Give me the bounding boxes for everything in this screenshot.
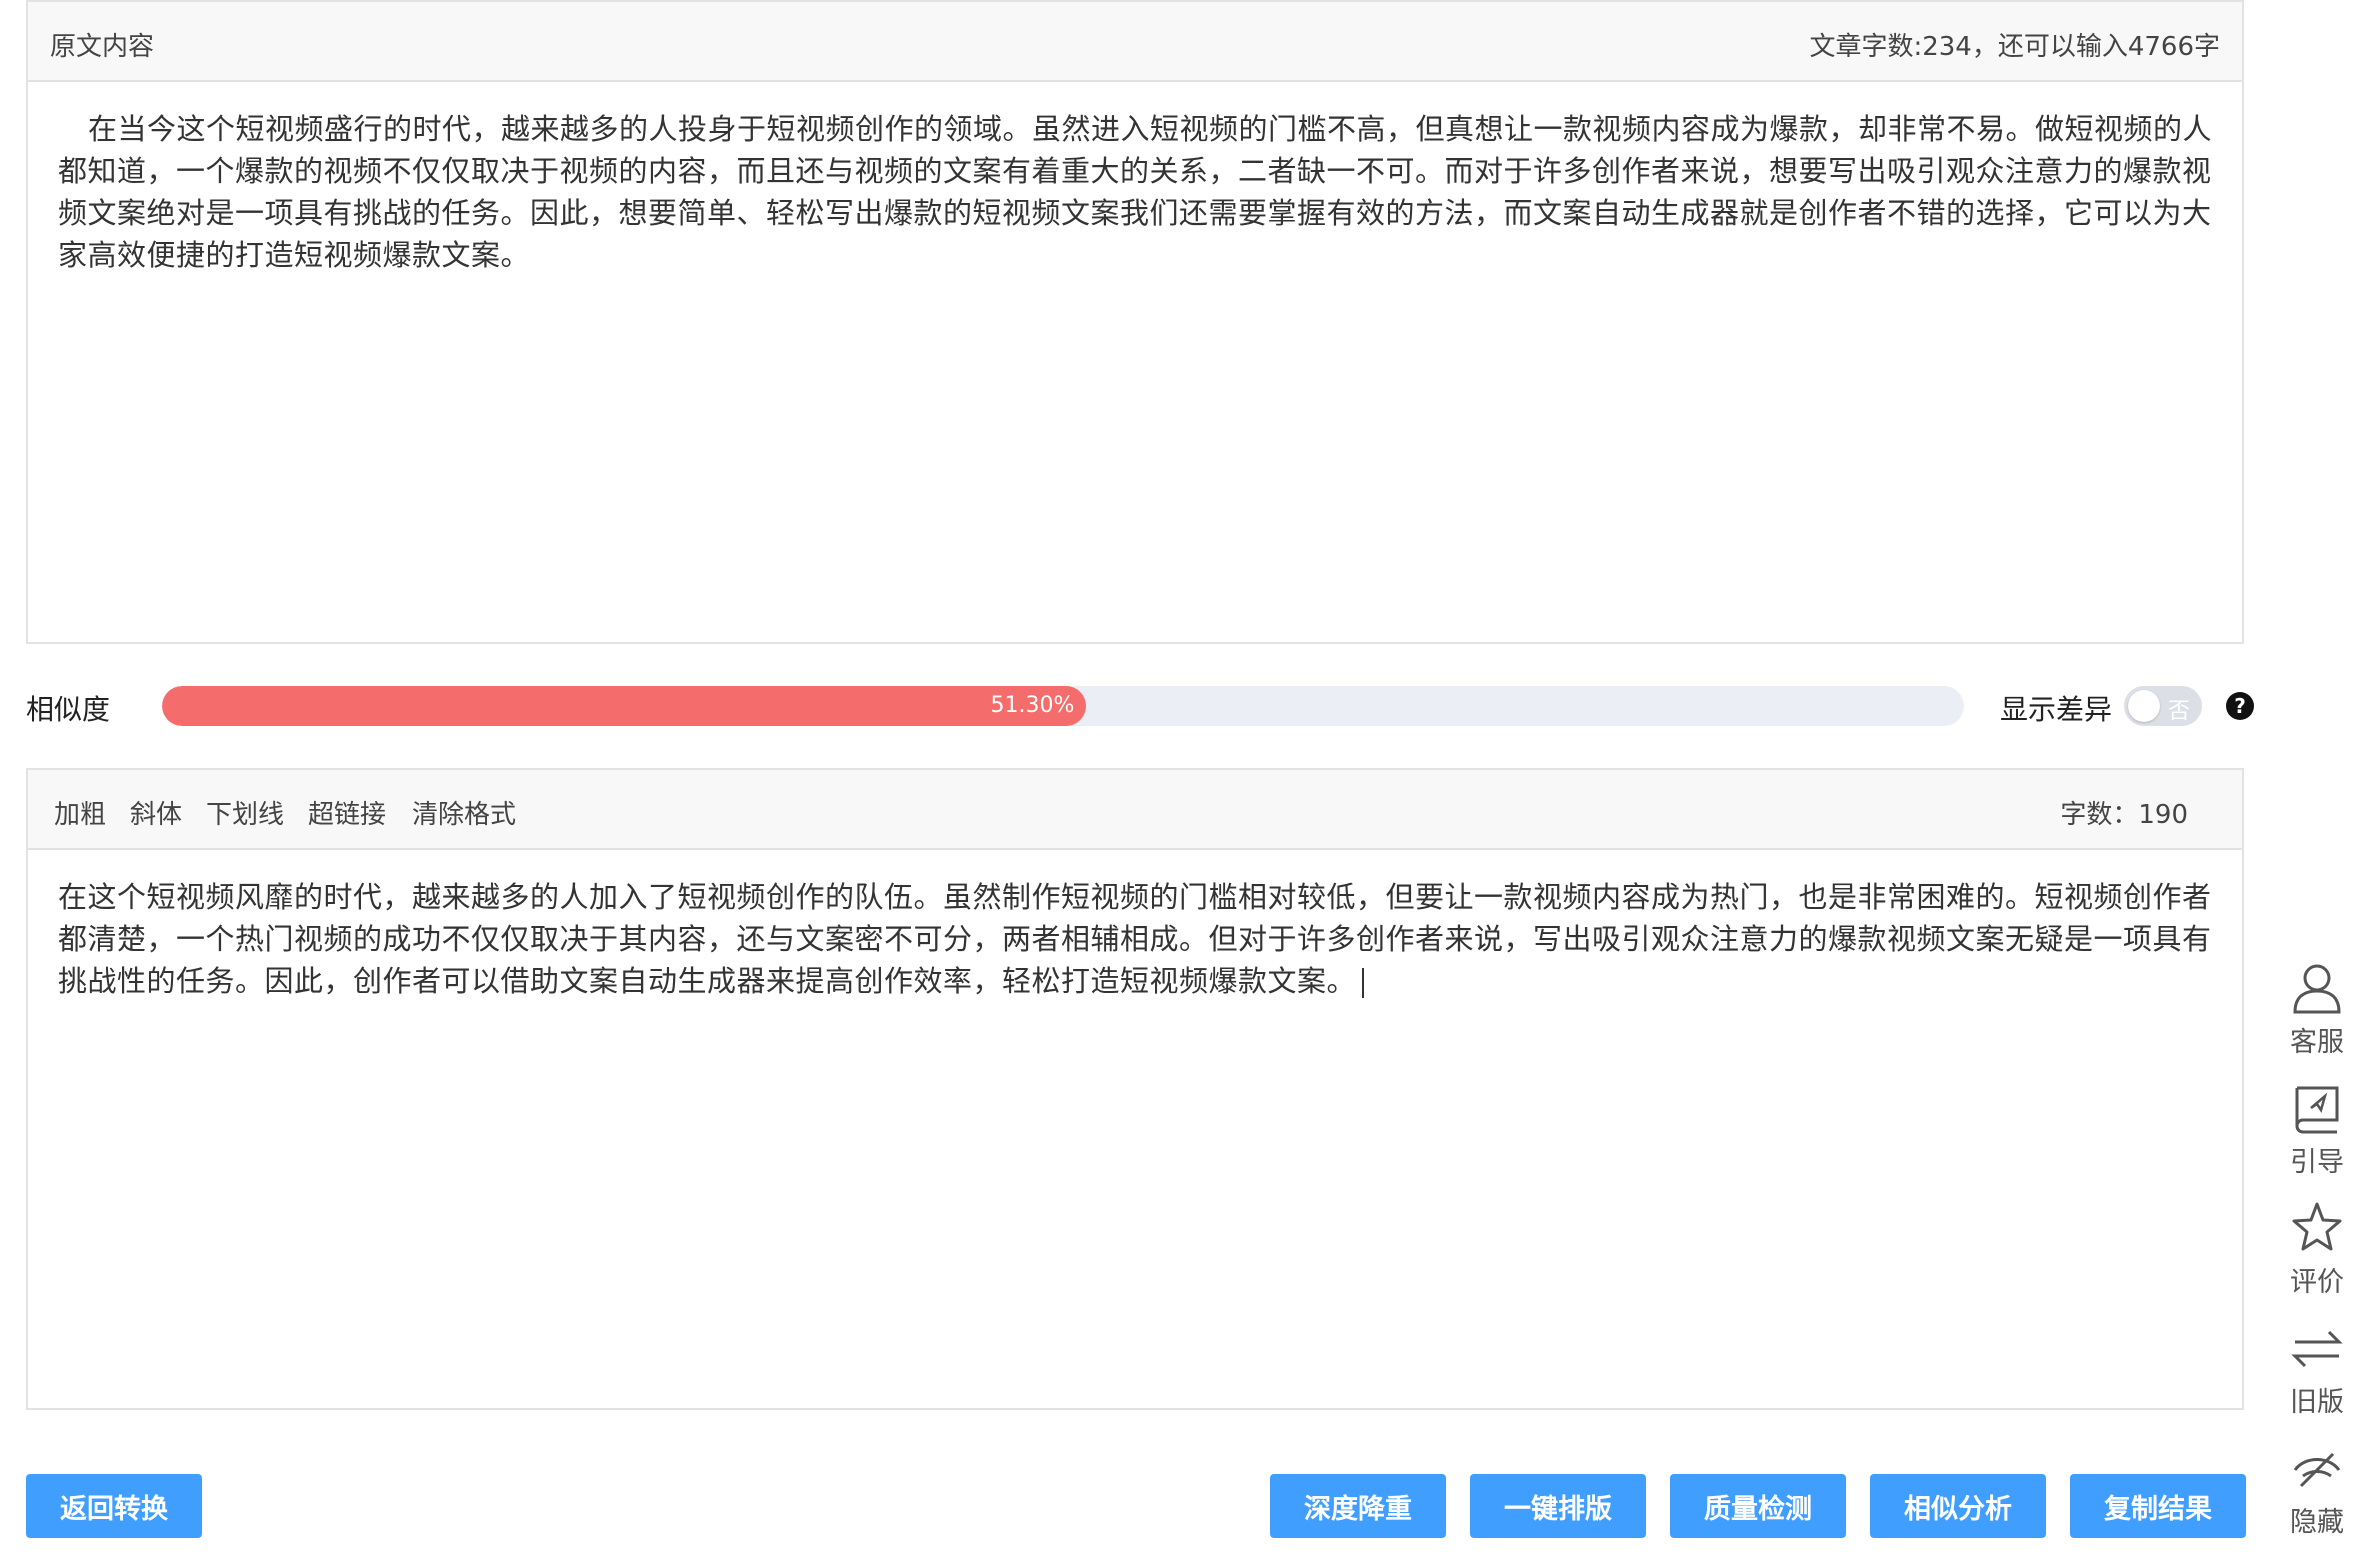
bold-button[interactable]: 加粗: [54, 794, 106, 831]
original-panel-header: 原文内容 文章字数:234，还可以输入4766字: [28, 2, 2242, 82]
customer-service-label: 客服: [2290, 1027, 2344, 1058]
copy-result-button[interactable]: 复制结果: [2070, 1474, 2246, 1538]
underline-button[interactable]: 下划线: [206, 794, 284, 831]
similarity-progress-fill: 51.30%: [162, 686, 1087, 726]
similarity-row: 相似度 51.30% 显示差异 否 ?: [26, 672, 2254, 740]
clear-format-button[interactable]: 清除格式: [412, 794, 516, 831]
old-version-tool[interactable]: 旧版: [2262, 1320, 2372, 1420]
italic-button[interactable]: 斜体: [130, 794, 182, 831]
guide-label: 引导: [2290, 1147, 2344, 1178]
quality-check-button[interactable]: 质量检测: [1670, 1474, 1846, 1538]
one-click-layout-button[interactable]: 一键排版: [1470, 1474, 1646, 1538]
star-icon: [2292, 1202, 2342, 1251]
guide-tool[interactable]: 引导: [2262, 1080, 2372, 1180]
deep-rewrite-button[interactable]: 深度降重: [1270, 1474, 1446, 1538]
switch-arrows-icon: [2291, 1330, 2343, 1368]
result-editor-panel: 加粗 斜体 下划线 超链接 清除格式 字数：190 在这个短视频风靡的时代，越来…: [26, 768, 2244, 1410]
original-text-input[interactable]: 在当今这个短视频盛行的时代，越来越多的人投身于短视频创作的领域。虽然进入短视频的…: [28, 82, 2242, 276]
original-word-count: 文章字数:234，还可以输入4766字: [1809, 32, 2220, 62]
show-diff-toggle[interactable]: 否: [2124, 686, 2202, 726]
question-circle-icon[interactable]: ?: [2226, 692, 2254, 720]
hyperlink-button[interactable]: 超链接: [308, 794, 386, 831]
rate-label: 评价: [2290, 1267, 2344, 1298]
original-text-panel: 原文内容 文章字数:234，还可以输入4766字 在当今这个短视频盛行的时代，越…: [26, 0, 2244, 644]
toggle-state-text: 否: [2168, 699, 2191, 724]
result-text-editor[interactable]: 在这个短视频风靡的时代，越来越多的人加入了短视频创作的队伍。虽然制作短视频的门槛…: [28, 850, 2242, 1002]
customer-service-tool[interactable]: 客服: [2262, 960, 2372, 1060]
show-diff-label: 显示差异: [2000, 693, 2113, 726]
result-word-count: 字数：190: [2060, 800, 2188, 830]
rate-tool[interactable]: 评价: [2262, 1200, 2372, 1300]
text-cursor: [1362, 968, 1365, 998]
similarity-label: 相似度: [26, 693, 111, 726]
user-icon: [2293, 964, 2341, 1014]
result-text: 在这个短视频风靡的时代，越来越多的人加入了短视频创作的队伍。虽然制作短视频的门槛…: [58, 880, 2212, 998]
hide-label: 隐藏: [2290, 1507, 2344, 1538]
old-version-label: 旧版: [2290, 1387, 2344, 1418]
back-convert-button[interactable]: 返回转换: [26, 1474, 202, 1538]
eye-slash-icon: [2293, 1452, 2341, 1488]
similarity-analysis-button[interactable]: 相似分析: [1870, 1474, 2046, 1538]
similarity-value: 51.30%: [990, 693, 1075, 718]
original-panel-title: 原文内容: [50, 32, 155, 62]
toggle-knob: [2128, 690, 2160, 722]
hide-tool[interactable]: 隐藏: [2262, 1440, 2372, 1540]
guide-book-icon: [2295, 1086, 2339, 1134]
editor-toolbar: 加粗 斜体 下划线 超链接 清除格式 字数：190: [28, 770, 2242, 850]
similarity-progress-bar: 51.30%: [162, 686, 1964, 726]
